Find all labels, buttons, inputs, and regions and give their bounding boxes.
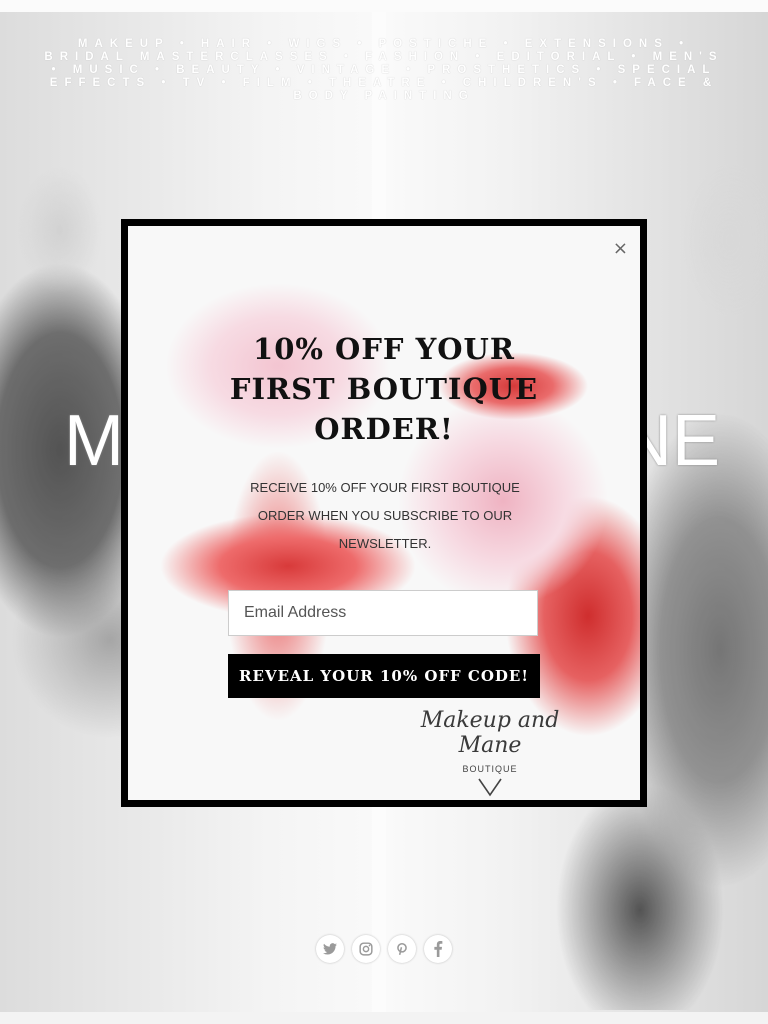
popup-title: 10% OFF YOUR FIRST BOUTIQUE ORDER! (229, 332, 539, 446)
email-field[interactable] (228, 590, 538, 636)
boutique-logo: Makeup and Mane BOUTIQUE (390, 698, 590, 797)
logo-sub-text: BOUTIQUE (462, 764, 518, 774)
logo-script-text: Makeup and Mane (420, 708, 560, 758)
popup-description: RECEIVE 10% OFF YOUR FIRST BOUTIQUE ORDE… (250, 480, 520, 551)
popup-overlay: × 10% OFF YOUR FIRST BOUTIQUE ORDER! REC… (0, 0, 768, 1024)
reveal-code-button[interactable]: REVEAL YOUR 10% OFF CODE! (228, 654, 540, 698)
close-button[interactable]: × (613, 240, 628, 258)
newsletter-popup: × 10% OFF YOUR FIRST BOUTIQUE ORDER! REC… (121, 219, 647, 807)
chevron-down-icon (478, 778, 502, 797)
